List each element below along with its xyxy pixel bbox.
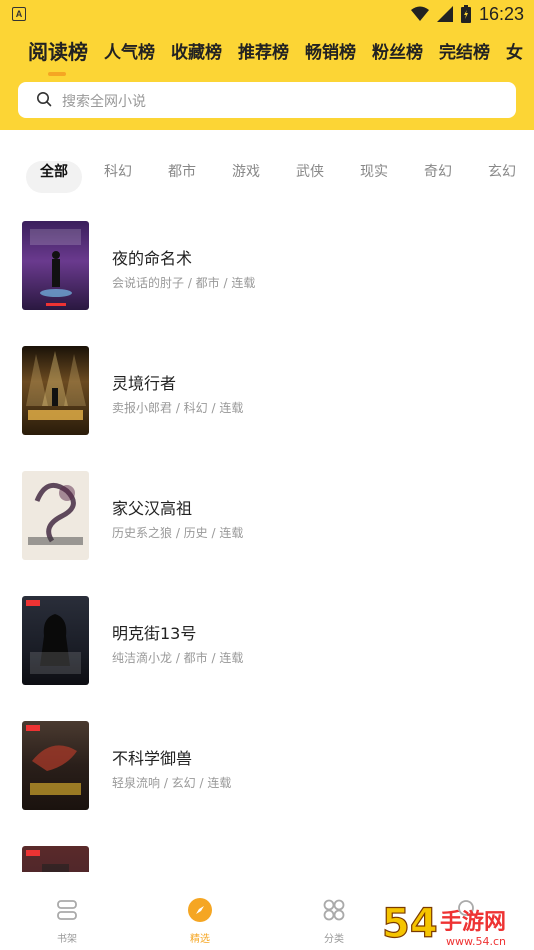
list-item[interactable]: 夜的命名术 会说话的肘子 / 都市 / 连载 <box>0 205 534 315</box>
tab-popularity[interactable]: 人气榜 <box>104 38 155 63</box>
search-placeholder: 搜索全网小说 <box>62 94 146 110</box>
book-title: 不科学御兽 <box>112 749 193 768</box>
book-cover[interactable] <box>22 721 89 810</box>
bookshelf-icon <box>57 900 77 920</box>
book-title: 夜的命名术 <box>112 249 193 268</box>
tab-female[interactable]: 女 <box>506 38 523 63</box>
cover-art <box>26 725 81 795</box>
cover-art <box>30 229 81 306</box>
tab-favorites[interactable]: 收藏榜 <box>171 38 222 63</box>
category-game[interactable]: 游戏 <box>232 161 260 193</box>
tab-fans[interactable]: 粉丝榜 <box>372 38 423 63</box>
list-item[interactable]: 不科学御兽 轻泉流响 / 玄幻 / 连载 <box>0 705 534 815</box>
svg-text:54: 54 <box>382 901 438 947</box>
nav-featured[interactable]: 精选 <box>155 872 245 950</box>
cover-art <box>26 351 86 420</box>
site-watermark-logo: 54 手游网 www.54.cn <box>381 900 506 948</box>
nav-label: 精选 <box>190 934 210 945</box>
list-item[interactable]: 明克街13号 纯洁滴小龙 / 都市 / 连载 <box>0 580 534 690</box>
category-wuxia[interactable]: 武侠 <box>296 161 324 193</box>
category-filter: 全部 科幻 都市 游戏 武侠 现实 奇幻 玄幻 <box>0 161 534 195</box>
book-cover[interactable] <box>22 346 89 435</box>
ranking-tabs: 阅读榜 人气榜 收藏榜 推荐榜 畅销榜 粉丝榜 完结榜 女 <box>0 38 534 70</box>
list-item[interactable]: 灵境行者 卖报小郎君 / 科幻 / 连载 <box>0 330 534 440</box>
status-bar: A 16:23 <box>0 0 534 28</box>
header: A 16:23 阅读榜 人气榜 收藏榜 推荐榜 畅销榜 粉丝榜 完结榜 女 搜索… <box>0 0 534 130</box>
book-meta: 会说话的肘子 / 都市 / 连载 <box>112 276 256 290</box>
book-cover[interactable] <box>22 221 89 310</box>
list-item[interactable]: 家父汉高祖 历史系之狼 / 历史 / 连载 <box>0 455 534 565</box>
nav-label: 分类 <box>324 934 344 945</box>
nav-label: 书架 <box>57 934 77 945</box>
svg-text:手游网: 手游网 <box>440 909 506 935</box>
tab-recommended[interactable]: 推荐榜 <box>238 38 289 63</box>
wifi-icon <box>410 6 429 21</box>
nav-bookshelf[interactable]: 书架 <box>22 872 112 950</box>
app-notification-icon: A <box>12 7 26 21</box>
category-xuanhuan[interactable]: 玄幻 <box>488 161 516 193</box>
category-fantasy[interactable]: 奇幻 <box>424 161 452 193</box>
compass-icon <box>188 898 212 922</box>
book-meta: 纯洁滴小龙 / 都市 / 连载 <box>112 651 244 665</box>
category-all[interactable]: 全部 <box>26 161 82 193</box>
status-icons: 16:23 <box>410 3 524 25</box>
book-cover[interactable] <box>22 596 89 685</box>
active-tab-indicator <box>48 72 66 76</box>
nav-categories[interactable]: 分类 <box>289 872 379 950</box>
category-urban[interactable]: 都市 <box>168 161 196 193</box>
search-icon <box>37 92 52 107</box>
cover-art <box>26 600 81 674</box>
svg-text:www.54.cn: www.54.cn <box>446 935 506 948</box>
book-meta: 轻泉流响 / 玄幻 / 连载 <box>112 776 232 790</box>
tab-reading[interactable]: 阅读榜 <box>28 38 88 65</box>
battery-icon <box>460 5 471 23</box>
book-title: 明克街13号 <box>112 624 197 643</box>
search-input[interactable]: 搜索全网小说 <box>18 82 516 118</box>
clock: 16:23 <box>478 3 524 24</box>
tab-bestseller[interactable]: 畅销榜 <box>305 38 356 63</box>
signal-icon <box>436 6 453 22</box>
category-scifi[interactable]: 科幻 <box>104 161 132 193</box>
category-reality[interactable]: 现实 <box>360 161 388 193</box>
book-title: 灵境行者 <box>112 374 177 393</box>
book-title: 家父汉高祖 <box>112 499 193 518</box>
book-meta: 卖报小郎君 / 科幻 / 连载 <box>112 401 244 415</box>
book-cover[interactable] <box>22 471 89 560</box>
category-icon <box>323 899 345 921</box>
book-meta: 历史系之狼 / 历史 / 连载 <box>112 526 244 540</box>
tab-completed[interactable]: 完结榜 <box>439 38 490 63</box>
cover-art <box>28 482 83 545</box>
